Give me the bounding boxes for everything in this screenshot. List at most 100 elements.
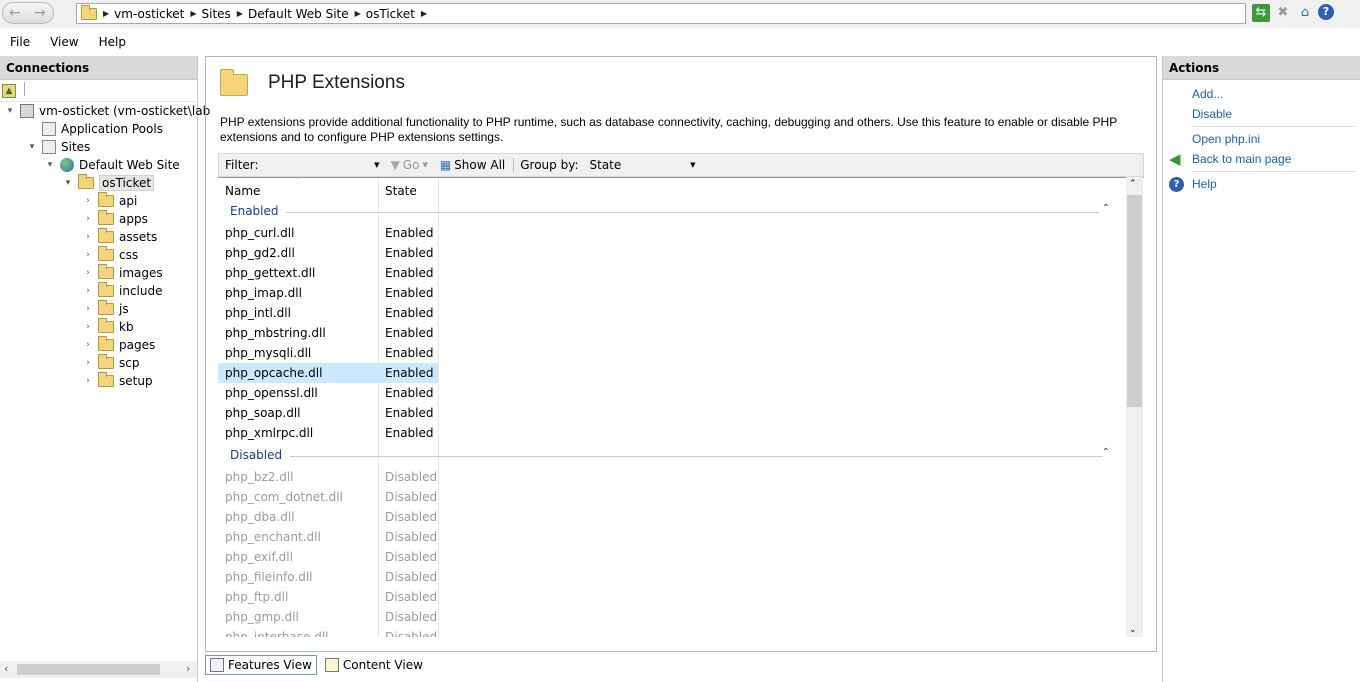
vertical-scrollbar[interactable]: ⌃ ⌄ — [1126, 177, 1143, 637]
scrollbar-thumb[interactable] — [17, 664, 160, 675]
menu-help[interactable]: Help — [89, 35, 136, 49]
list-item[interactable]: php_mbstring.dll Enabled — [218, 323, 438, 343]
collapse-icon[interactable]: ▾ — [44, 160, 56, 170]
tree-node[interactable]: ▾ Default Web Site — [44, 156, 180, 174]
list-item[interactable]: php_exif.dll Disabled — [218, 547, 438, 567]
column-header-name[interactable]: Name — [225, 184, 260, 198]
expand-icon[interactable]: › — [82, 232, 94, 242]
scroll-up-icon[interactable]: ⌃ — [1129, 179, 1137, 189]
collapse-group-icon[interactable]: ⌃ — [1102, 203, 1110, 214]
breadcrumb-item[interactable]: osTicket — [361, 7, 421, 21]
tree-node[interactable]: › kb — [82, 318, 134, 336]
tree-node[interactable]: Application Pools — [26, 120, 163, 138]
list-item[interactable]: php_gmp.dll Disabled — [218, 607, 438, 627]
scrollbar-thumb[interactable] — [1127, 195, 1142, 407]
add-link[interactable]: Add... — [1192, 87, 1223, 101]
breadcrumb-item[interactable]: vm-osticket — [109, 7, 190, 21]
list-item[interactable]: php_bz2.dll Disabled — [218, 467, 438, 487]
group-by-select[interactable]: State ▼ — [587, 156, 699, 174]
list-item[interactable]: php_com_dotnet.dll Disabled — [218, 487, 438, 507]
expand-icon[interactable]: › — [82, 214, 94, 224]
features-view-tab[interactable]: Features View — [205, 655, 317, 675]
globe-icon — [60, 158, 74, 172]
tree-node[interactable]: › images — [82, 264, 163, 282]
group-header[interactable]: Disabled ⌃ — [218, 446, 1118, 466]
group-header[interactable]: Enabled ⌃ — [218, 202, 1118, 222]
stop-icon[interactable]: ✖ — [1274, 4, 1292, 22]
expand-icon[interactable]: › — [82, 286, 94, 296]
tree-node[interactable]: › css — [82, 246, 138, 264]
expand-icon[interactable]: › — [82, 250, 94, 260]
tree-node[interactable]: › js — [82, 300, 129, 318]
tree-node[interactable]: › apps — [82, 210, 148, 228]
list-item[interactable]: php_imap.dll Enabled — [218, 283, 438, 303]
tree-node[interactable]: › api — [82, 192, 137, 210]
column-header-state[interactable]: State — [385, 184, 417, 198]
list-item[interactable]: php_intl.dll Enabled — [218, 303, 438, 323]
help-icon[interactable]: ? — [1318, 4, 1334, 20]
menu-file[interactable]: File — [0, 35, 40, 49]
collapse-icon[interactable]: ▾ — [26, 142, 38, 152]
help-link[interactable]: Help — [1192, 177, 1217, 191]
list-item[interactable]: php_opcache.dll Enabled — [218, 363, 438, 383]
show-all-label: Show All — [454, 158, 506, 172]
list-item[interactable]: php_soap.dll Enabled — [218, 403, 438, 423]
filter-label: Filter: — [225, 158, 259, 172]
disable-link[interactable]: Disable — [1192, 107, 1232, 121]
expand-icon[interactable]: › — [82, 322, 94, 332]
expand-icon[interactable]: › — [82, 340, 94, 350]
filter-input[interactable]: ▼ — [262, 155, 383, 175]
go-button[interactable]: ▼ Go ▼ — [391, 158, 428, 172]
extension-name: php_gettext.dll — [225, 266, 316, 280]
list-item[interactable]: php_dba.dll Disabled — [218, 507, 438, 527]
list-item[interactable]: php_enchant.dll Disabled — [218, 527, 438, 547]
tree-node[interactable]: › scp — [82, 354, 139, 372]
folder-icon — [98, 228, 114, 243]
list-item[interactable]: php_curl.dll Enabled — [218, 223, 438, 243]
refresh-icon[interactable]: ⇆ — [1252, 4, 1270, 22]
expand-icon[interactable]: › — [82, 304, 94, 314]
expand-icon[interactable]: › — [82, 268, 94, 278]
tree-node[interactable]: › pages — [82, 336, 155, 354]
list-item[interactable]: php_openssl.dll Enabled — [218, 383, 438, 403]
forward-arrow-icon[interactable]: → — [34, 5, 46, 21]
menu-view[interactable]: View — [40, 35, 88, 49]
breadcrumb-item[interactable]: Default Web Site — [243, 7, 355, 21]
dropdown-arrow-icon[interactable]: ▼ — [374, 161, 379, 169]
collapse-icon[interactable]: ▾ — [62, 178, 74, 188]
content-view-tab[interactable]: Content View — [321, 655, 427, 675]
tree-node[interactable]: ▾ vm-osticket (vm-osticket\lab — [4, 102, 210, 120]
expand-icon[interactable]: › — [82, 196, 94, 206]
collapse-icon[interactable]: ▾ — [4, 106, 16, 116]
tree-node[interactable]: › assets — [82, 228, 157, 246]
list-item[interactable]: php_ftp.dll Disabled — [218, 587, 438, 607]
collapse-group-icon[interactable]: ⌃ — [1102, 447, 1110, 458]
expand-icon[interactable]: › — [82, 376, 94, 386]
tree-node[interactable]: › setup — [82, 372, 153, 390]
breadcrumb-item[interactable]: Sites — [197, 7, 237, 21]
home-icon[interactable]: ⌂ — [1296, 4, 1314, 22]
scroll-left-icon[interactable]: ‹ — [4, 662, 8, 675]
list-item[interactable]: php_fileinfo.dll Disabled — [218, 567, 438, 587]
open-php-ini-link[interactable]: Open php.ini — [1192, 132, 1260, 146]
extension-state: Enabled — [385, 366, 434, 380]
address-bar[interactable]: ▶ vm-osticket ▶ Sites ▶ Default Web Site… — [76, 3, 1246, 24]
tree-node[interactable]: › include — [82, 282, 162, 300]
back-arrow-icon[interactable]: ← — [9, 5, 21, 21]
horizontal-scrollbar[interactable]: ‹ › — [0, 661, 197, 678]
list-item[interactable]: php_interbase.dll Disabled — [218, 627, 438, 637]
tree-node[interactable]: ▾ osTicket — [62, 174, 155, 192]
back-to-main-page-link[interactable]: Back to main page — [1192, 152, 1291, 166]
list-item[interactable]: php_gettext.dll Enabled — [218, 263, 438, 283]
tree-node[interactable]: ▾ Sites — [26, 138, 90, 156]
show-all-button[interactable]: ▦ Show All — [440, 158, 505, 172]
connect-icon[interactable]: ▲ — [2, 84, 16, 98]
list-item[interactable]: php_gd2.dll Enabled — [218, 243, 438, 263]
folder-icon — [98, 318, 114, 333]
list-item[interactable]: php_xmlrpc.dll Enabled — [218, 423, 438, 443]
expand-icon[interactable]: › — [82, 358, 94, 368]
extension-name: php_openssl.dll — [225, 386, 318, 400]
list-item[interactable]: php_mysqli.dll Enabled — [218, 343, 438, 363]
scroll-right-icon[interactable]: › — [186, 662, 190, 675]
scroll-down-icon[interactable]: ⌄ — [1129, 625, 1137, 635]
